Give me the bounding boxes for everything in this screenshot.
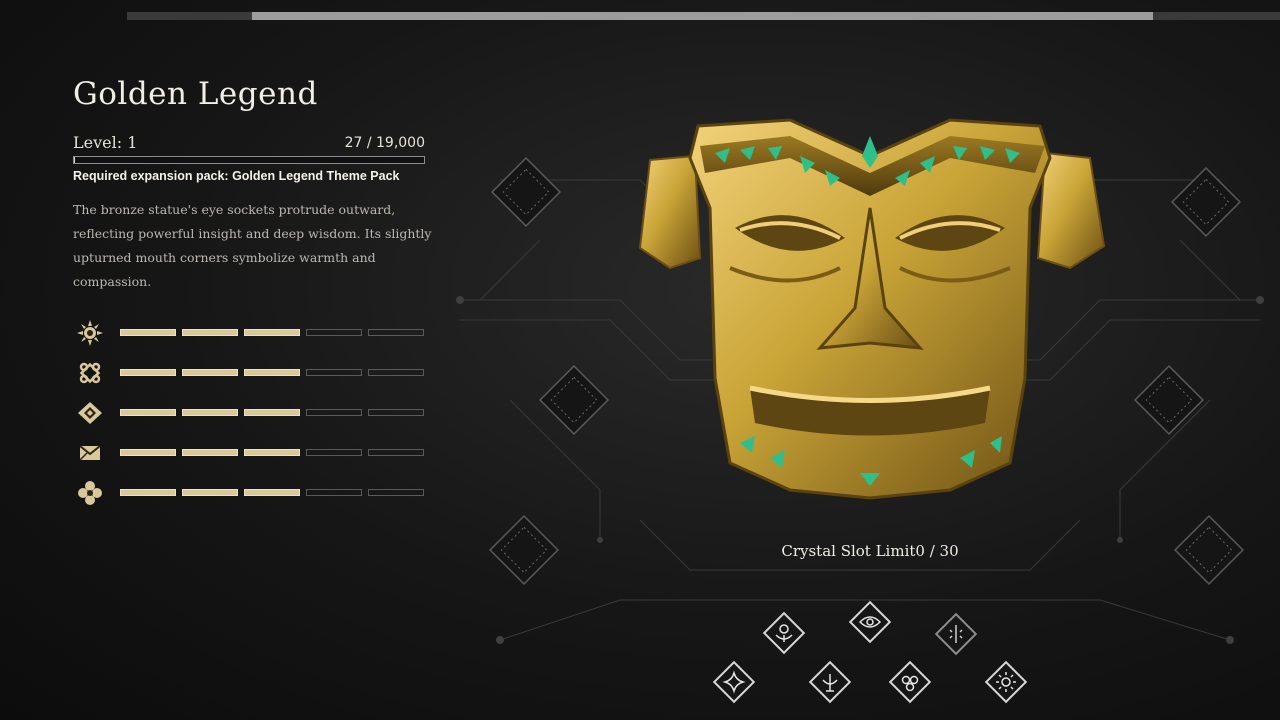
golden-mask-artwork xyxy=(630,118,1110,503)
stat-segment-empty xyxy=(368,409,424,416)
xp-counter: 27 / 19,000 xyxy=(344,135,425,151)
sun-crystal-icon[interactable] xyxy=(984,660,1028,704)
flower-emblem-icon xyxy=(76,479,104,507)
stat-segment-filled xyxy=(244,409,300,416)
stat-segment-empty xyxy=(368,329,424,336)
stat-segment-empty xyxy=(306,489,362,496)
knot-emblem-icon xyxy=(76,359,104,387)
rune-crystal-icon[interactable] xyxy=(934,612,978,656)
level-label: Level: 1 xyxy=(73,133,138,152)
diamond-emblem-icon xyxy=(76,399,104,427)
stat-segment-empty xyxy=(306,449,362,456)
crystal-slot-limit-label: Crystal Slot Limit0 / 30 xyxy=(781,542,959,560)
stat-segment-filled xyxy=(120,489,176,496)
stat-segment-filled xyxy=(182,409,238,416)
stat-row xyxy=(76,359,436,387)
stat-segment-empty xyxy=(368,489,424,496)
stat-row xyxy=(76,479,436,507)
stat-segment-empty xyxy=(368,449,424,456)
stat-segment-empty xyxy=(306,409,362,416)
item-description: The bronze statue's eye sockets protrude… xyxy=(73,202,432,289)
top-progress-track xyxy=(127,12,1280,20)
stat-segment-empty xyxy=(306,329,362,336)
stat-segment-filled xyxy=(120,409,176,416)
xp-progress-bar xyxy=(73,156,425,164)
stat-segment-filled xyxy=(244,329,300,336)
stat-segment-filled xyxy=(120,329,176,336)
eye-crystal-icon[interactable] xyxy=(848,600,892,644)
stat-row xyxy=(76,319,436,347)
stat-segment-filled xyxy=(244,489,300,496)
stat-segment-filled xyxy=(120,369,176,376)
stat-segment-filled xyxy=(244,369,300,376)
trident-crystal-icon[interactable] xyxy=(808,660,852,704)
stat-row xyxy=(76,399,436,427)
flower-crystal-icon[interactable] xyxy=(762,611,806,655)
stat-segment-filled xyxy=(244,449,300,456)
stat-segment-filled xyxy=(182,489,238,496)
stat-segment-filled xyxy=(182,329,238,336)
stat-segment-filled xyxy=(182,449,238,456)
envelope-emblem-icon xyxy=(76,439,104,467)
stat-segment-empty xyxy=(306,369,362,376)
star-crystal-icon[interactable] xyxy=(712,660,756,704)
item-title: Golden Legend xyxy=(73,76,318,112)
spiral-crystal-icon[interactable] xyxy=(888,660,932,704)
sun-emblem-icon xyxy=(76,319,104,347)
stat-segment-empty xyxy=(368,369,424,376)
top-progress-fill xyxy=(252,12,1154,20)
stat-row xyxy=(76,439,436,467)
required-pack-text: Required expansion pack: Golden Legend T… xyxy=(73,169,400,183)
stat-segment-filled xyxy=(120,449,176,456)
stat-segment-filled xyxy=(182,369,238,376)
